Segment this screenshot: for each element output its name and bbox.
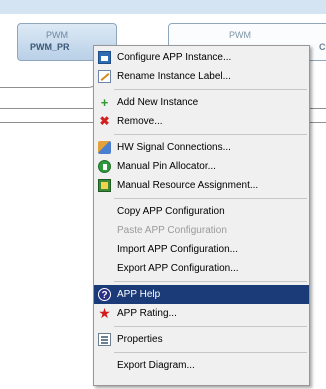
pin-allocator-icon [98,160,111,173]
menu-item-label: Manual Resource Assignment... [117,180,259,191]
menu-item-label: Copy APP Configuration [117,206,225,217]
add-instance-icon: + [100,95,109,110]
menu-item-manual-pin-allocator[interactable]: Manual Pin Allocator... [94,157,309,176]
properties-icon [98,333,111,346]
context-menu: Configure APP Instance... Rename Instanc… [93,45,310,386]
menu-item-label: Configure APP Instance... [117,52,232,63]
menu-item-label: APP Rating... [117,308,177,319]
menu-item-hw-signal-connections[interactable]: HW Signal Connections... [94,138,309,157]
menu-item-label: Import APP Configuration... [117,244,238,255]
configure-app-icon [98,51,111,64]
node-instance-label: C0 [319,42,326,52]
hw-signal-icon [98,141,111,154]
menu-item-app-help[interactable]: ? APP Help [94,285,309,304]
menu-separator [114,326,307,327]
help-icon: ? [98,288,111,301]
menu-item-app-rating[interactable]: ★ APP Rating... [94,304,309,323]
menu-separator [114,352,307,353]
remove-icon: ✖ [99,114,110,128]
menu-item-rename-instance-label[interactable]: Rename Instance Label... [94,67,309,86]
menu-item-import-app-configuration[interactable]: Import APP Configuration... [94,240,309,259]
menu-item-properties[interactable]: Properties [94,330,309,349]
menu-item-label: APP Help [117,289,161,300]
menu-item-label: Add New Instance [117,97,199,108]
menu-item-label: HW Signal Connections... [117,142,231,153]
menu-item-export-diagram[interactable]: Export Diagram... [94,356,309,375]
menu-separator [114,198,307,199]
menu-separator [114,134,307,135]
node-type-label: PWM [46,30,68,40]
connection-curve [0,66,100,88]
menu-separator [114,281,307,282]
menu-item-label: Manual Pin Allocator... [117,161,216,172]
menu-item-export-app-configuration[interactable]: Export APP Configuration... [94,259,309,278]
menu-item-label: Export Diagram... [117,360,195,371]
star-icon: ★ [98,305,111,321]
node-type-label: PWM [229,30,251,40]
menu-item-configure-app-instance[interactable]: Configure APP Instance... [94,48,309,67]
menu-item-paste-app-configuration: Paste APP Configuration [94,221,309,240]
resource-assignment-icon [98,179,111,192]
menu-item-add-new-instance[interactable]: + Add New Instance [94,93,309,112]
menu-separator [114,89,307,90]
menu-item-label: Export APP Configuration... [117,263,239,274]
menu-item-label: Properties [117,334,163,345]
rename-label-icon [98,70,111,83]
menu-item-label: Rename Instance Label... [117,71,231,82]
menu-item-label: Paste APP Configuration [117,225,227,236]
menu-item-label: Remove... [117,116,163,127]
menu-item-remove[interactable]: ✖ Remove... [94,112,309,131]
menu-item-manual-resource-assignment[interactable]: Manual Resource Assignment... [94,176,309,195]
node-instance-label: PWM_PR [30,42,70,52]
menu-item-copy-app-configuration[interactable]: Copy APP Configuration [94,202,309,221]
diagram-top-bar [0,0,326,14]
